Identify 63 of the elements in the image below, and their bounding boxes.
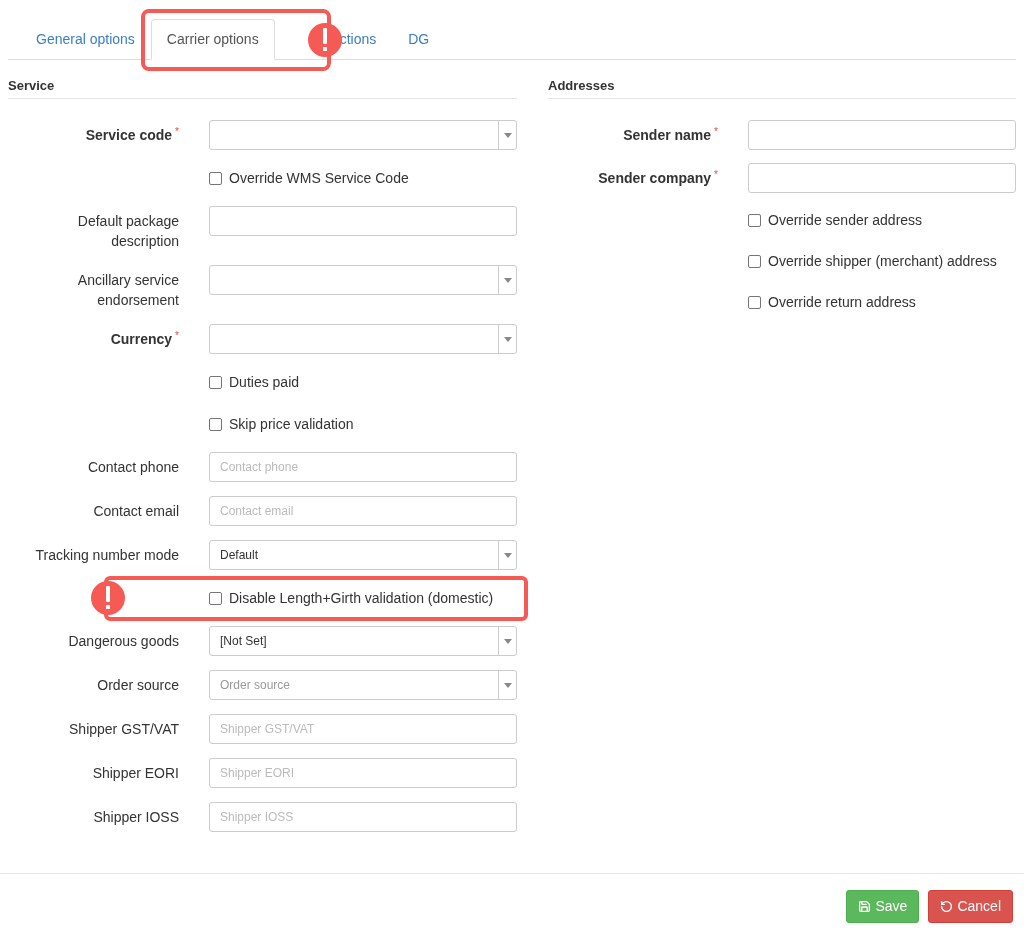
- field-label: Shipper IOSS: [93, 808, 179, 827]
- warning-badge-icon: [90, 580, 126, 616]
- required-asterisk: *: [714, 168, 718, 182]
- cancel-button[interactable]: Cancel: [928, 890, 1013, 923]
- undo-icon: [940, 900, 954, 913]
- checkbox[interactable]: [748, 213, 761, 227]
- required-asterisk: *: [714, 125, 718, 139]
- text-field[interactable]: [748, 163, 1016, 193]
- text-field[interactable]: Contact phone: [209, 452, 517, 482]
- field-label: Sender company: [598, 169, 712, 188]
- tab[interactable]: DG: [392, 19, 446, 60]
- text-field[interactable]: Shipper EORI: [209, 758, 517, 788]
- select-field[interactable]: [209, 120, 517, 150]
- tab[interactable]: Carrier options: [150, 19, 275, 60]
- field-label: Service code: [85, 126, 173, 145]
- checkbox-label: Override shipper (merchant) address: [768, 251, 997, 271]
- field-label: Shipper EORI: [92, 764, 179, 783]
- tab[interactable]: General options: [20, 19, 151, 60]
- text-field[interactable]: Shipper GST/VAT: [209, 714, 517, 744]
- text-field[interactable]: [209, 206, 517, 236]
- select-field[interactable]: [209, 324, 517, 354]
- checkbox[interactable]: [748, 295, 761, 309]
- field-label: Dangerous goods: [68, 632, 179, 651]
- caret-icon: [503, 277, 512, 283]
- field-label: Ancillary service endorsement: [76, 271, 179, 310]
- field-label: Order source: [97, 676, 179, 695]
- text-field[interactable]: Shipper IOSS: [209, 802, 517, 832]
- checkbox-label: Override WMS Service Code: [229, 168, 409, 188]
- select-field[interactable]: [Not Set]: [209, 626, 517, 656]
- field-label: Sender name: [623, 126, 712, 145]
- caret-icon: [503, 552, 512, 558]
- caret-icon: [503, 638, 512, 644]
- save-button[interactable]: Save: [846, 890, 920, 923]
- text-field[interactable]: [748, 120, 1016, 150]
- field-label: Default package description: [76, 212, 179, 251]
- warning-badge-icon: [306, 22, 343, 58]
- field-label: Contact phone: [87, 458, 179, 477]
- field-label: Currency: [110, 330, 173, 349]
- checkbox-label: Override sender address: [768, 210, 923, 230]
- checkbox[interactable]: [209, 591, 222, 605]
- checkbox[interactable]: [748, 254, 761, 268]
- caret-icon: [503, 336, 512, 342]
- section-heading: Service: [8, 76, 517, 99]
- field-label: Tracking number mode: [35, 546, 179, 565]
- required-asterisk: *: [175, 125, 179, 139]
- checkbox-label: Disable Length+Girth validation (domestic): [229, 588, 494, 608]
- checkbox-label: Skip price validation: [229, 414, 354, 434]
- select-field[interactable]: [209, 265, 517, 295]
- checkbox[interactable]: [209, 417, 222, 431]
- field-label: Contact email: [93, 502, 179, 521]
- required-asterisk: *: [175, 329, 179, 343]
- select-field[interactable]: Default: [209, 540, 517, 570]
- field-label: Shipper GST/VAT: [69, 720, 179, 739]
- section-heading: Addresses: [548, 76, 1016, 99]
- checkbox[interactable]: [209, 375, 222, 389]
- checkbox-label: Duties paid: [229, 372, 300, 392]
- caret-icon: [503, 132, 512, 138]
- caret-icon: [503, 682, 512, 688]
- select-field[interactable]: Order source: [209, 670, 517, 700]
- tab[interactable]: ctions: [292, 19, 393, 60]
- checkbox-label: Override return address: [768, 292, 916, 312]
- checkbox[interactable]: [209, 171, 222, 185]
- text-field[interactable]: Contact email: [209, 496, 517, 526]
